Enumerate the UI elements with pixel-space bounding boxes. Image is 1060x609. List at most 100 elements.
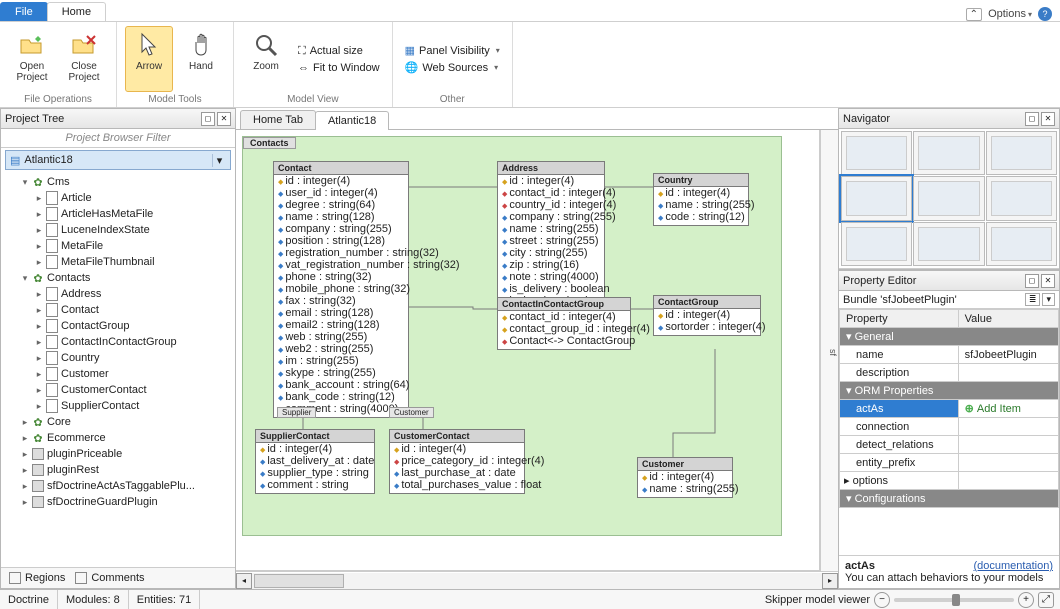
comments-checkbox[interactable]: Comments (75, 572, 144, 584)
chevron-down-icon[interactable]: ▾ (212, 154, 226, 167)
tab-atlantic18[interactable]: Atlantic18 (315, 111, 389, 130)
web-sources-menu[interactable]: 🌐Web Sources (401, 60, 504, 75)
open-project-button[interactable]: OpenProject (8, 26, 56, 92)
tree-twist-icon[interactable]: ▸ (33, 241, 45, 252)
zoom-fit-button[interactable]: ⤢ (1038, 592, 1054, 608)
tree-item[interactable]: ▸Article (1, 190, 235, 206)
tree-item[interactable]: ▸CustomerContact (1, 382, 235, 398)
panel-float-icon[interactable]: ◻ (201, 112, 215, 126)
project-root-combo[interactable]: ▤ Atlantic18 ▾ (5, 150, 231, 170)
entity-contactgroup[interactable]: ContactGroup (654, 296, 760, 309)
zoom-button[interactable]: Zoom (242, 26, 290, 92)
zoom-out-button[interactable]: − (874, 592, 890, 608)
tree-item[interactable]: ▸Contact (1, 302, 235, 318)
zoom-slider[interactable] (894, 598, 1014, 602)
add-item-button[interactable]: Add Item (965, 403, 1021, 415)
tree-item[interactable]: ▸ContactInContactGroup (1, 334, 235, 350)
tree-twist-icon[interactable]: ▸ (33, 209, 45, 220)
entity-customer[interactable]: Customer (638, 458, 732, 471)
tree-twist-icon[interactable]: ▸ (33, 353, 45, 364)
prop-row[interactable]: actAsAdd Item (840, 400, 1059, 418)
project-tree[interactable]: ▾Cms▸Article▸ArticleHasMetaFile▸LuceneIn… (1, 172, 235, 567)
panel-visibility-menu[interactable]: ▦Panel Visibility (401, 43, 504, 58)
diagram-canvas[interactable]: Contacts Contact (236, 130, 819, 570)
tree-item[interactable]: ▸pluginRest (1, 462, 235, 478)
tree-item[interactable]: ▸Customer (1, 366, 235, 382)
scroll-thumb[interactable] (254, 574, 344, 588)
scroll-left-icon[interactable]: ◂ (236, 573, 252, 589)
tree-twist-icon[interactable]: ▸ (33, 305, 45, 316)
tree-twist-icon[interactable]: ▸ (19, 417, 31, 428)
tree-item[interactable]: ▸MetaFile (1, 238, 235, 254)
prop-row[interactable]: ▸ options (840, 472, 1059, 490)
panel-close-icon[interactable]: ✕ (217, 112, 231, 126)
entity-suppliercontact[interactable]: SupplierContact (256, 430, 374, 443)
entity-contact[interactable]: Contact (274, 162, 408, 175)
collapse-ribbon-icon[interactable]: ⌃ (966, 8, 982, 21)
tab-file[interactable]: File (0, 2, 48, 21)
prop-toolbar-icon[interactable]: ≣ (1025, 293, 1041, 306)
tree-twist-icon[interactable]: ▸ (19, 465, 31, 476)
sidestrip[interactable]: sf (820, 130, 838, 571)
entity-address[interactable]: Address (498, 162, 604, 175)
tree-twist-icon[interactable]: ▸ (33, 225, 45, 236)
tree-item[interactable]: ▸Ecommerce (1, 430, 235, 446)
tree-twist-icon[interactable]: ▸ (19, 449, 31, 460)
prop-float-icon[interactable]: ◻ (1025, 274, 1039, 288)
entity-customercontact[interactable]: CustomerContact (390, 430, 524, 443)
prop-section[interactable]: ▾ Configurations (840, 490, 1059, 508)
options-menu[interactable]: Options (988, 8, 1032, 20)
prop-row[interactable]: connection (840, 418, 1059, 436)
documentation-link[interactable]: (documentation) (974, 560, 1054, 572)
help-icon[interactable]: ? (1038, 7, 1052, 21)
property-grid[interactable]: PropertyValue ▾ GeneralnamesfJobeetPlugi… (839, 309, 1059, 508)
prop-close-icon[interactable]: ✕ (1041, 274, 1055, 288)
tree-twist-icon[interactable]: ▸ (33, 385, 45, 396)
regions-checkbox[interactable]: Regions (9, 572, 65, 584)
tree-twist-icon[interactable]: ▸ (33, 289, 45, 300)
tree-twist-icon[interactable]: ▸ (19, 497, 31, 508)
entity-contactincontactgroup[interactable]: ContactInContactGroup (498, 298, 630, 311)
tree-twist-icon[interactable]: ▸ (33, 401, 45, 412)
tree-twist-icon[interactable]: ▸ (33, 321, 45, 332)
prop-section[interactable]: ▾ General (840, 328, 1059, 346)
tab-home-tab[interactable]: Home Tab (240, 110, 316, 129)
tree-twist-icon[interactable]: ▸ (33, 257, 45, 268)
tree-item[interactable]: ▸pluginPriceable (1, 446, 235, 462)
zoom-in-button[interactable]: + (1018, 592, 1034, 608)
tree-twist-icon[interactable]: ▸ (33, 337, 45, 348)
fit-window-button[interactable]: ⇔Fit to Window (294, 61, 384, 75)
nav-float-icon[interactable]: ◻ (1025, 112, 1039, 126)
tree-item[interactable]: ▸MetaFileThumbnail (1, 254, 235, 270)
prop-row[interactable]: namesfJobeetPlugin (840, 346, 1059, 364)
project-filter[interactable]: Project Browser Filter (1, 129, 235, 148)
entity-country[interactable]: Country (654, 174, 748, 187)
tree-item[interactable]: ▸Core (1, 414, 235, 430)
tree-item[interactable]: ▾Contacts (1, 270, 235, 286)
canvas-hscroll[interactable]: ◂ ▸ (236, 571, 838, 589)
arrow-tool-button[interactable]: Arrow (125, 26, 173, 92)
tree-item[interactable]: ▾Cms (1, 174, 235, 190)
nav-close-icon[interactable]: ✕ (1041, 112, 1055, 126)
tree-item[interactable]: ▸LuceneIndexState (1, 222, 235, 238)
prop-section[interactable]: ▾ ORM Properties (840, 382, 1059, 400)
tree-item[interactable]: ▸sfDoctrineActAsTaggablePlu... (1, 478, 235, 494)
tree-twist-icon[interactable]: ▸ (33, 193, 45, 204)
tree-twist-icon[interactable]: ▾ (19, 177, 31, 188)
actual-size-button[interactable]: ⛶Actual size (294, 44, 384, 59)
prop-row[interactable]: detect_relations (840, 436, 1059, 454)
tree-twist-icon[interactable]: ▸ (33, 369, 45, 380)
tree-twist-icon[interactable]: ▸ (19, 433, 31, 444)
scroll-right-icon[interactable]: ▸ (822, 573, 838, 589)
tree-twist-icon[interactable]: ▾ (19, 273, 31, 284)
close-project-button[interactable]: CloseProject (60, 26, 108, 92)
prop-row[interactable]: description (840, 364, 1059, 382)
tree-item[interactable]: ▸Address (1, 286, 235, 302)
navigator-thumbnail[interactable] (839, 129, 1059, 269)
prop-toolbar-icon2[interactable]: ▾ (1042, 293, 1055, 306)
tree-item[interactable]: ▸ArticleHasMetaFile (1, 206, 235, 222)
tree-item[interactable]: ▸ContactGroup (1, 318, 235, 334)
hand-tool-button[interactable]: Hand (177, 26, 225, 92)
tree-item[interactable]: ▸sfDoctrineGuardPlugin (1, 494, 235, 510)
prop-row[interactable]: entity_prefix (840, 454, 1059, 472)
